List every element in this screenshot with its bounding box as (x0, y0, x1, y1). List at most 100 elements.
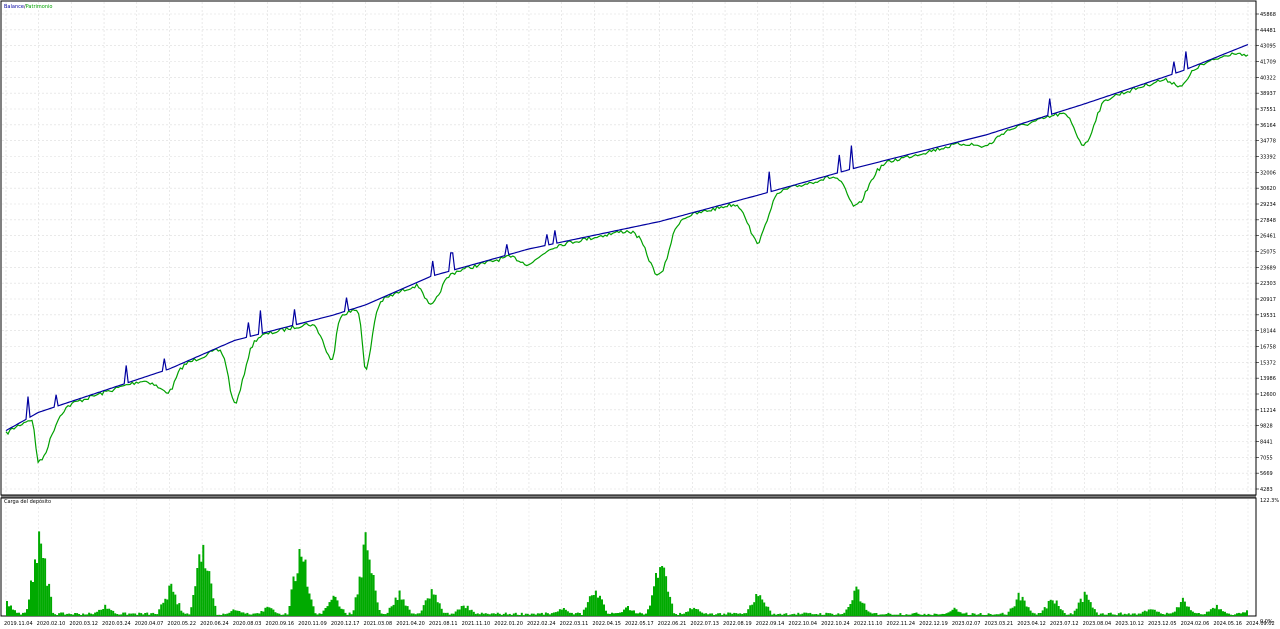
load-bar (200, 561, 203, 616)
load-bar (206, 570, 209, 616)
load-bar (771, 614, 774, 616)
load-bar (895, 614, 898, 616)
load-bar (262, 611, 265, 616)
load-bar (805, 612, 808, 616)
load-bar (743, 613, 746, 616)
load-bar (891, 614, 894, 616)
load-bar (777, 614, 780, 616)
load-bar (160, 604, 163, 616)
load-bar (446, 612, 449, 616)
load-bar (240, 612, 243, 616)
load-bar (1065, 614, 1068, 616)
load-bar (342, 609, 345, 616)
load-bar (1238, 612, 1240, 616)
load-bar (733, 612, 736, 616)
load-bar (1005, 614, 1008, 616)
load-bar (689, 608, 692, 616)
load-bar (172, 591, 175, 616)
load-bar (1183, 601, 1186, 616)
load-bar (590, 595, 593, 616)
load-bar (6, 601, 8, 616)
load-bar (278, 613, 281, 616)
load-bar (1015, 599, 1018, 616)
y-tick-label: 34778 (1260, 139, 1276, 145)
load-bar (1111, 614, 1114, 616)
y-tick-label: 23689 (1260, 265, 1276, 271)
load-bar (901, 615, 904, 616)
legend: Balance/Patrimonio (4, 4, 52, 10)
y-tick-label: 30620 (1260, 186, 1276, 192)
load-bar (995, 614, 998, 616)
load-bar (1071, 614, 1074, 616)
load-bar (787, 615, 790, 616)
x-tick-label: 2023.03.21 (985, 621, 1014, 627)
load-bar (178, 603, 181, 616)
load-bar (448, 614, 451, 616)
load-bar (438, 603, 441, 616)
load-bar (1115, 615, 1118, 616)
load-bar (837, 613, 840, 616)
load-bar (364, 532, 367, 616)
load-bar (536, 613, 539, 616)
load-bar (819, 613, 822, 616)
load-bar (673, 613, 676, 616)
load-bar (1165, 612, 1168, 616)
x-tick-label: 2020.03.24 (102, 621, 131, 627)
load-bar (825, 612, 828, 616)
load-bar (270, 608, 273, 616)
load-bar (470, 609, 473, 616)
load-bar (911, 613, 914, 616)
load-bar (292, 576, 295, 616)
load-bar (224, 614, 227, 616)
load-bar (859, 601, 862, 616)
x-tick-label: 2023.07.12 (1050, 621, 1079, 627)
y-tick-label: 11214 (1260, 408, 1276, 414)
load-bar (72, 614, 75, 616)
load-y-bottom-label: 0.0% (1260, 619, 1273, 625)
load-bar (943, 614, 946, 616)
load-bar (1201, 614, 1204, 616)
load-bar (907, 614, 910, 616)
x-axis: 2019.11.04 2020.02.10 2020.03.12 2020.03.24… (4, 621, 1275, 627)
load-bar (222, 613, 225, 616)
load-bar (524, 613, 527, 616)
load-bar (132, 613, 135, 616)
load-bar (1224, 611, 1226, 616)
load-bar (504, 612, 507, 616)
x-tick-label: 2019.11.04 (4, 621, 33, 627)
load-bar (76, 613, 79, 616)
load-bar (580, 615, 583, 616)
load-bar (538, 613, 541, 616)
load-bar (92, 614, 95, 616)
load-bar (621, 612, 623, 616)
load-bar (1147, 609, 1150, 616)
y-tick-label: 25075 (1260, 250, 1276, 256)
x-tick-label: 2023.10.12 (1115, 621, 1144, 627)
load-bar (522, 615, 525, 616)
load-bar (879, 614, 882, 616)
load-bar (1195, 613, 1198, 616)
load-bar (779, 613, 782, 616)
load-bar (586, 602, 589, 616)
load-bar (1129, 614, 1132, 616)
load-bar (312, 606, 315, 616)
load-bar (1101, 613, 1104, 616)
load-bar (1049, 599, 1052, 616)
load-bar (506, 614, 509, 616)
load-bar (1037, 613, 1040, 616)
load-bar (1009, 608, 1012, 616)
load-bar (426, 598, 429, 616)
load-bar (192, 595, 195, 616)
load-bar (232, 609, 235, 616)
load-bar (444, 612, 447, 616)
load-bar (308, 593, 311, 616)
load-bar (516, 614, 519, 616)
load-bar (677, 615, 680, 616)
y-tick-label: 16758 (1260, 345, 1276, 351)
y-tick-label: 26461 (1260, 234, 1276, 240)
load-bar (100, 609, 103, 616)
load-bar (627, 606, 629, 616)
load-bar (1236, 613, 1238, 616)
load-bar (1061, 610, 1064, 616)
load-bar (1093, 609, 1096, 616)
